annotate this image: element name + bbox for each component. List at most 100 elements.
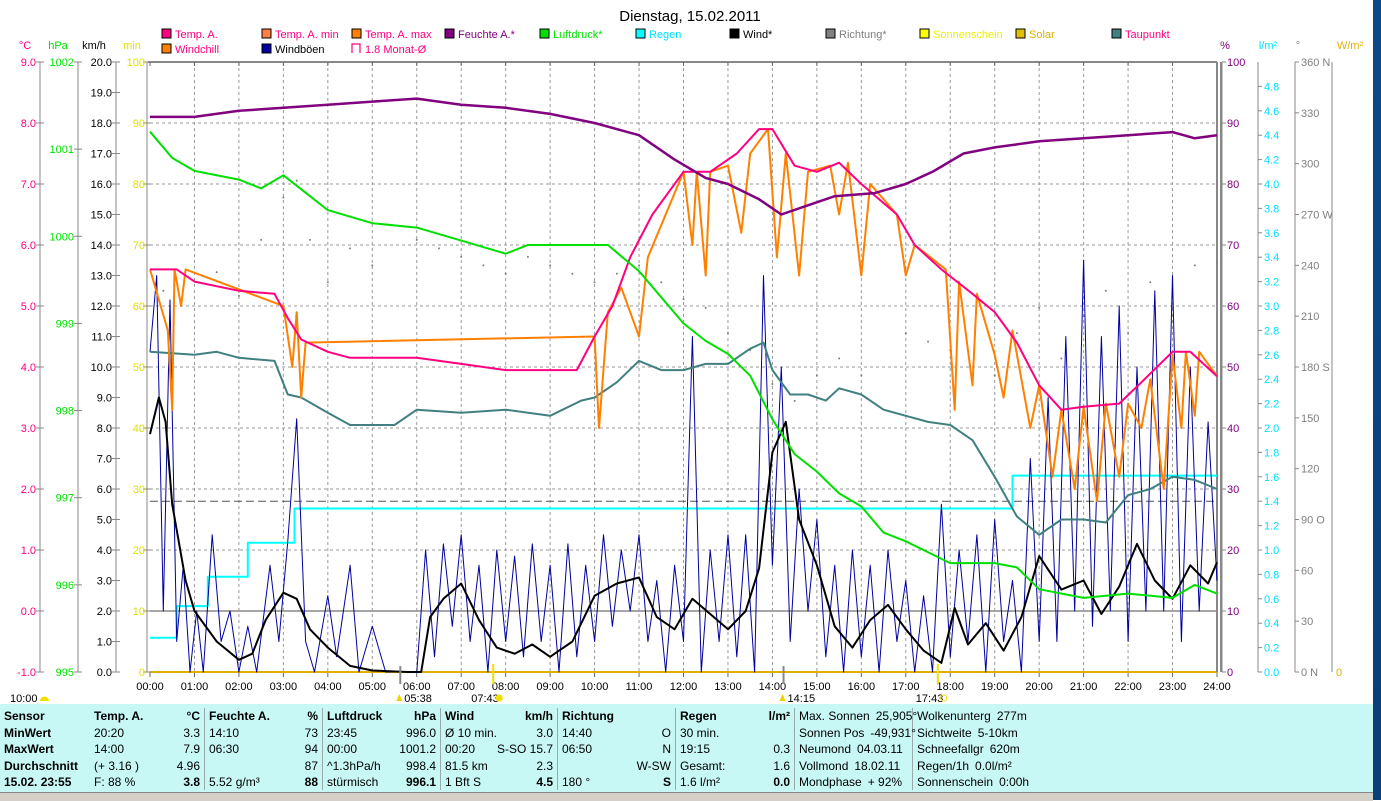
- x-tick-label: 12:00: [670, 681, 698, 693]
- summary-cell-value: 620m: [989, 742, 1020, 756]
- summary-cell-label: Sensor: [4, 709, 45, 723]
- legend-swatch: [919, 28, 930, 39]
- solar-axis-label: 0: [1336, 667, 1342, 679]
- summary-cell-value: N: [662, 742, 671, 756]
- summary-cell-label: stürmisch: [327, 775, 379, 789]
- series-point-richtung: [482, 264, 485, 267]
- summary-cell-value: 0.0l/m²: [975, 758, 1012, 773]
- legend-label: Windböen: [275, 44, 325, 56]
- wind-axis-label: 9.0: [97, 393, 112, 405]
- summary-cell-label: Regen/1h: [917, 758, 970, 773]
- wind-axis-label: 15.0: [91, 210, 112, 222]
- wind-axis-label: 5.0: [97, 515, 112, 527]
- summary-row: ^1.3hPa/h 998.4: [323, 758, 440, 775]
- series-point-richtung: [460, 255, 463, 258]
- x-tick-label: 22:00: [1114, 681, 1142, 693]
- summary-cell-label: Vollmond: [799, 758, 849, 773]
- x-tick-label: 10:00: [581, 681, 609, 693]
- direction-axis-label: 120: [1301, 464, 1319, 476]
- summary-row: Ø 10 min. 3.0: [441, 725, 557, 742]
- humidity-axis-label: 70: [1227, 240, 1239, 252]
- humidity-axis-unit: %: [1220, 40, 1230, 52]
- summary-row: 19:15 0.3: [676, 741, 794, 758]
- direction-axis-label: 180 S: [1301, 362, 1330, 374]
- temp-axis-label: 6.0: [21, 240, 36, 252]
- humidity-axis-label: 10: [1227, 606, 1239, 618]
- series-point-richtung: [260, 238, 263, 241]
- humidity-axis-label: 50: [1227, 362, 1239, 374]
- summary-row: F: 88 % 3.8: [90, 774, 204, 791]
- summary-row: Wolkenunterg 277m: [913, 708, 1039, 725]
- series-point-richtung: [1060, 357, 1063, 360]
- rain-axis-label: 2.6: [1264, 350, 1279, 362]
- rain-axis-label: 1.8: [1264, 447, 1279, 459]
- summary-cell-label: 1 Bft S: [445, 775, 482, 789]
- summary-row: 87: [205, 758, 322, 775]
- legend-label: Luftdruck*: [553, 29, 603, 41]
- legend: Temp. A. Temp. A. min Temp. A. max Feuchte …: [161, 28, 1170, 56]
- event-label-sunrise: 07:43: [471, 693, 499, 704]
- summary-row: Vollmond 18.02.11: [795, 758, 912, 775]
- wind-axis-unit: km/h: [82, 40, 106, 52]
- event-label-moonset: 05:38: [404, 693, 432, 704]
- humidity-axis-label: 0: [1227, 667, 1233, 679]
- series-point-richtung: [927, 340, 930, 343]
- wind-axis-label: 16.0: [91, 179, 112, 191]
- summary-cell-value: hPa: [413, 709, 436, 723]
- summary-cell-value: km/h: [524, 709, 553, 723]
- series-point-richtung: [793, 399, 796, 402]
- summary-row: 23:45 996.0: [323, 725, 440, 742]
- rain-axis-label: 3.6: [1264, 228, 1279, 240]
- x-tick-label: 11:00: [626, 681, 653, 693]
- direction-axis-label: 270 W: [1301, 210, 1333, 222]
- temp-axis-unit: °C: [19, 40, 31, 52]
- legend-swatch: [261, 28, 272, 39]
- direction-axis-unit: °: [1296, 40, 1300, 52]
- rain-axis-label: 4.2: [1264, 155, 1279, 167]
- summary-cell-value: 5-10km: [977, 725, 1018, 740]
- minutes-axis-label: 70: [133, 240, 145, 252]
- series-point-richtung: [704, 306, 707, 309]
- summary-cell-label: Sonnen Pos: [799, 725, 865, 740]
- rain-axis-label: 4.0: [1264, 179, 1279, 191]
- series-point-richtung: [638, 264, 641, 267]
- summary-row: 14:40 O: [558, 725, 675, 742]
- summary-column: Regen l/m² 30 min. 19:15 0.3 Gesamt: 1.6 1.6 l/…: [676, 708, 795, 790]
- summary-row: 14:00 7.9: [90, 741, 204, 758]
- series-point-richtung: [371, 264, 374, 267]
- series-point-richtung: [295, 179, 298, 182]
- temp-axis-label: 4.0: [21, 362, 36, 374]
- summary-cell-value: 1.6: [773, 758, 790, 773]
- summary-cell-value: 0:00h: [999, 775, 1030, 789]
- summary-cell-label: 5.52 g/m³: [209, 775, 260, 789]
- rain-axis-label: 3.4: [1264, 252, 1279, 264]
- humidity-axis-label: 40: [1227, 423, 1239, 435]
- summary-cell-value: 4.5: [536, 775, 553, 789]
- series-point-richtung: [349, 247, 352, 250]
- summary-cell-value: 2.3: [536, 758, 553, 773]
- direction-axis-label: 30: [1301, 616, 1313, 628]
- summary-cell-value: 1001.2: [399, 742, 436, 756]
- temp-axis-label: 9.0: [21, 57, 36, 69]
- series-point-richtung: [162, 289, 165, 292]
- series-point-richtung: [993, 374, 996, 377]
- x-tick-label: 03:00: [270, 681, 298, 693]
- series-point-richtung: [771, 382, 774, 385]
- wind-axis-label: 2.0: [97, 606, 112, 618]
- summary-row: MinWert: [0, 725, 89, 742]
- legend-bracket: [351, 43, 361, 53]
- summary-cell-value: 0.0: [773, 775, 790, 789]
- summary-panel: Sensor MinWert MaxWert Durchschnitt 15.02. 2…: [0, 704, 1373, 792]
- event-label-start: 10:00: [10, 693, 38, 704]
- summary-row: 180 ° S: [558, 774, 675, 791]
- pressure-axis-label: 999: [56, 318, 74, 330]
- summary-cell-label: 15.02. 23:55: [4, 775, 72, 789]
- series-point-richtung: [593, 281, 596, 284]
- summary-cell-label: Gesamt:: [680, 758, 726, 773]
- minutes-axis-unit: min: [123, 40, 141, 52]
- rain-axis-label: 1.6: [1264, 472, 1279, 484]
- wind-axis-label: 17.0: [91, 149, 112, 161]
- series-point-richtung: [215, 271, 218, 274]
- x-tick-label: 01:00: [181, 681, 209, 693]
- summary-cell-label: 14:00: [94, 742, 125, 756]
